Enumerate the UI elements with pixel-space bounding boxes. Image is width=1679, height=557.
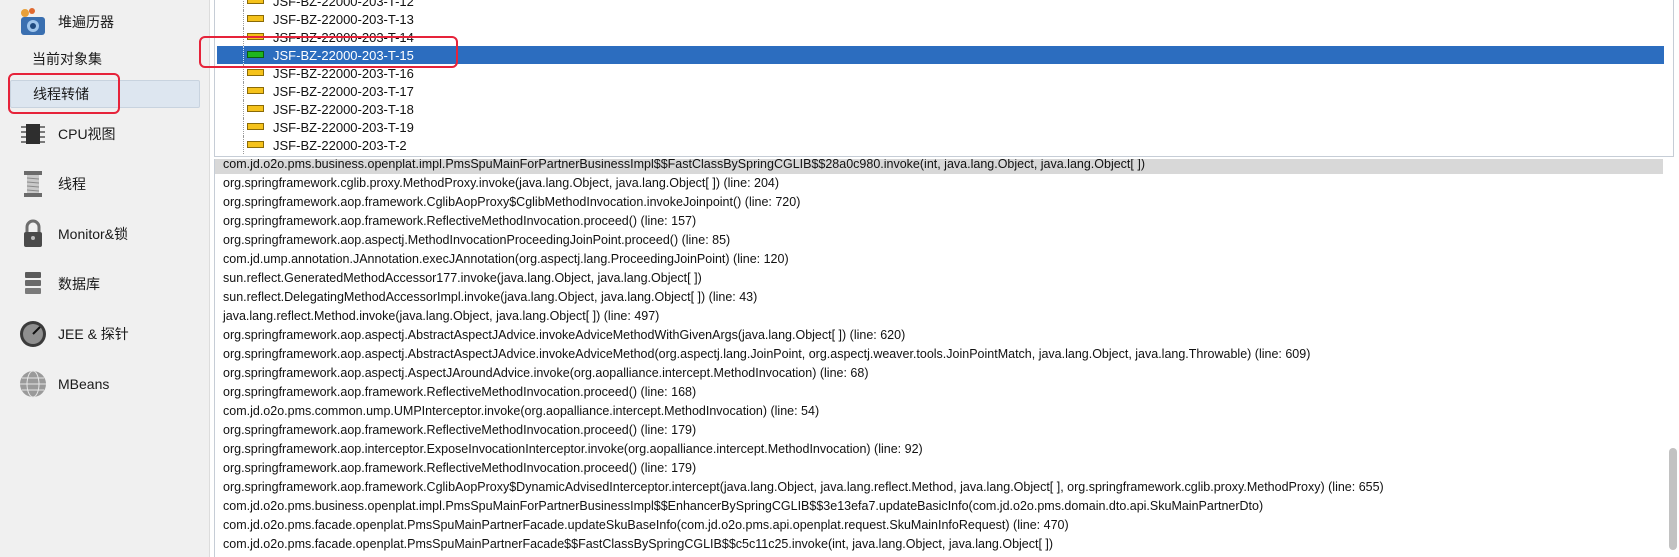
sidebar-item-label: Monitor&锁: [58, 226, 129, 242]
sidebar-item-label: 堆遍历器: [58, 14, 114, 30]
stack-frame[interactable]: org.springframework.aop.framework.Reflec…: [215, 421, 1663, 440]
stack-frame[interactable]: com.jd.o2o.pms.facade.openplat.PmsSpuMai…: [215, 516, 1663, 535]
thread-waiting-icon: [247, 141, 264, 148]
stack-frame[interactable]: sun.reflect.DelegatingMethodAccessorImpl…: [215, 288, 1663, 307]
sidebar-item-jee-probes[interactable]: JEE & 探针: [0, 314, 210, 354]
stack-frame[interactable]: org.springframework.aop.framework.Reflec…: [215, 212, 1663, 231]
thread-tree-row[interactable]: JSF-BZ-22000-203-T-2: [217, 136, 1664, 154]
sidebar-item-monitors-locks[interactable]: Monitor&锁: [0, 214, 210, 254]
sidebar-item-label: 线程: [58, 176, 86, 192]
stack-frame[interactable]: org.springframework.aop.framework.Reflec…: [215, 383, 1663, 402]
sidebar-subitem-thread-dump[interactable]: 线程转储: [10, 80, 200, 108]
sidebar-item-cpu-views[interactable]: CPU视图: [0, 114, 210, 154]
sidebar-subitem-label: 线程转储: [33, 86, 89, 102]
thread-name: JSF-BZ-22000-203-T-17: [273, 83, 414, 99]
sidebar-item-heap-walker[interactable]: 堆遍历器: [0, 2, 210, 42]
thread-name: JSF-BZ-22000-203-T-14: [273, 29, 414, 45]
stack-trace-scrollbar[interactable]: [1669, 448, 1677, 550]
thread-waiting-icon: [247, 33, 264, 40]
stack-frame[interactable]: org.springframework.aop.aspectj.Abstract…: [215, 345, 1663, 364]
thread-waiting-icon: [247, 123, 264, 130]
thread-waiting-icon: [247, 105, 264, 112]
cpu-chip-icon: [16, 117, 50, 151]
stack-frame[interactable]: org.springframework.aop.aspectj.MethodIn…: [215, 231, 1663, 250]
thread-waiting-icon: [247, 87, 264, 94]
sidebar-item-label: 数据库: [58, 276, 100, 292]
thread-tree-row[interactable]: JSF-BZ-22000-203-T-12: [217, 0, 1664, 10]
thread-name: JSF-BZ-22000-203-T-16: [273, 65, 414, 81]
database-icon: [16, 267, 50, 301]
stack-frame[interactable]: com.jd.o2o.pms.business.openplat.impl.Pm…: [215, 497, 1663, 516]
stack-frame[interactable]: org.springframework.aop.framework.CglibA…: [215, 193, 1663, 212]
thread-name: JSF-BZ-22000-203-T-18: [273, 101, 414, 117]
thread-name: JSF-BZ-22000-203-T-2: [273, 137, 407, 153]
stack-frame[interactable]: com.jd.o2o.pms.facade.openplat.PmsSpuMai…: [215, 535, 1663, 554]
gauge-probe-icon: [16, 317, 50, 351]
thread-spool-icon: [16, 167, 50, 201]
stack-frame[interactable]: com.jd.ump.annotation.JAnnotation.execJA…: [215, 250, 1663, 269]
thread-tree-row[interactable]: JSF-BZ-22000-203-T-17: [217, 82, 1664, 100]
heap-walker-icon: [16, 5, 50, 39]
thread-tree-row[interactable]: JSF-BZ-22000-203-T-16: [217, 64, 1664, 82]
stack-frame[interactable]: org.springframework.aop.framework.CglibA…: [215, 478, 1663, 497]
thread-name: JSF-BZ-22000-203-T-19: [273, 119, 414, 135]
sidebar-item-label: JEE & 探针: [58, 326, 129, 342]
thread-waiting-icon: [247, 15, 264, 22]
sidebar-item-databases[interactable]: 数据库: [0, 264, 210, 304]
stack-frame[interactable]: java.lang.reflect.Method.invoke(java.lan…: [215, 307, 1663, 326]
thread-name: JSF-BZ-22000-203-T-15: [273, 47, 414, 63]
stack-frame[interactable]: org.springframework.aop.aspectj.AspectJA…: [215, 364, 1663, 383]
thread-name: JSF-BZ-22000-203-T-12: [273, 0, 414, 9]
stack-trace-panel[interactable]: com.jd.o2o.pms.business.openplat.impl.Pm…: [214, 159, 1674, 557]
stack-frame[interactable]: org.springframework.aop.framework.Reflec…: [215, 459, 1663, 478]
thread-tree-row[interactable]: JSF-BZ-22000-203-T-13: [217, 10, 1664, 28]
stack-frame[interactable]: org.springframework.cglib.proxy.MethodPr…: [215, 174, 1663, 193]
thread-tree-row[interactable]: JSF-BZ-22000-203-T-18: [217, 100, 1664, 118]
globe-icon: [16, 367, 50, 401]
thread-running-icon: [247, 51, 264, 58]
sidebar-item-threads[interactable]: 线程: [0, 164, 210, 204]
sidebar-subitem-label: 当前对象集: [32, 51, 102, 67]
thread-tree-row[interactable]: JSF-BZ-22000-203-T-19: [217, 118, 1664, 136]
thread-waiting-icon: [247, 69, 264, 76]
stack-frame[interactable]: org.springframework.aop.interceptor.Expo…: [215, 440, 1663, 459]
thread-tree-row[interactable]: JSF-BZ-22000-203-T-14: [217, 28, 1664, 46]
stack-frame[interactable]: org.springframework.aop.aspectj.Abstract…: [215, 326, 1663, 345]
thread-name: JSF-BZ-22000-203-T-13: [273, 11, 414, 27]
thread-waiting-icon: [247, 0, 264, 4]
sidebar-item-label: MBeans: [58, 376, 110, 392]
lock-icon: [16, 217, 50, 251]
sidebar-item-label: CPU视图: [58, 126, 116, 142]
thread-tree[interactable]: JSF-BZ-22000-203-T-12 JSF-BZ-22000-203-T…: [214, 0, 1674, 157]
stack-frame[interactable]: sun.reflect.GeneratedMethodAccessor177.i…: [215, 269, 1663, 288]
sidebar: 堆遍历器 当前对象集 线程转储 CPU视图 线程 Monitor&锁 数据库 J…: [0, 0, 210, 557]
sidebar-subitem-current-object-set[interactable]: 当前对象集: [0, 45, 210, 73]
stack-frame[interactable]: com.jd.o2o.pms.common.ump.UMPInterceptor…: [215, 402, 1663, 421]
thread-tree-row-selected[interactable]: JSF-BZ-22000-203-T-15: [217, 46, 1664, 64]
stack-frame[interactable]: com.jd.o2o.pms.business.openplat.impl.Pm…: [215, 159, 1663, 174]
sidebar-item-mbeans[interactable]: MBeans: [0, 364, 210, 404]
